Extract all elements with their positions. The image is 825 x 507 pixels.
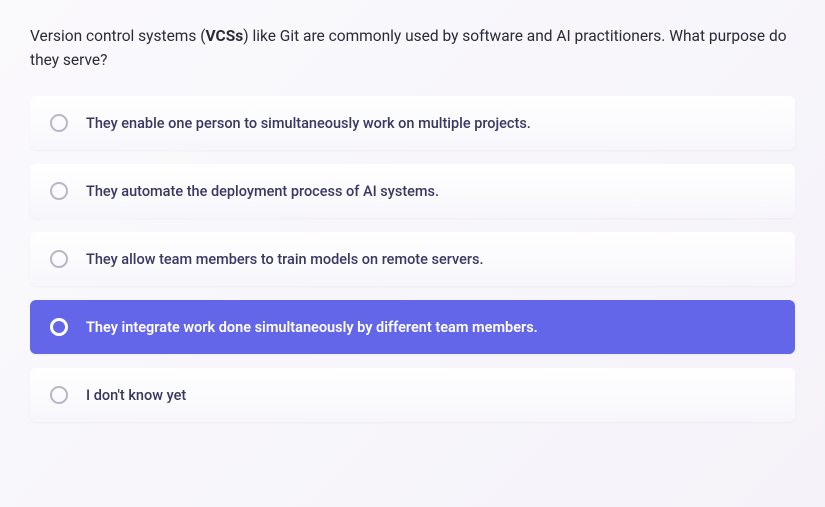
- option-1[interactable]: They enable one person to simultaneously…: [30, 96, 795, 150]
- option-2[interactable]: They automate the deployment process of …: [30, 164, 795, 218]
- radio-icon: [50, 250, 68, 268]
- radio-icon: [50, 182, 68, 200]
- option-5[interactable]: I don't know yet: [30, 368, 795, 422]
- question-prefix: Version control systems (: [30, 27, 206, 45]
- option-label: I don't know yet: [86, 387, 186, 404]
- option-label: They enable one person to simultaneously…: [86, 115, 531, 132]
- question-text: Version control systems (VCSs) like Git …: [30, 24, 795, 72]
- option-label: They integrate work done simultaneously …: [86, 319, 538, 336]
- option-label: They allow team members to train models …: [86, 251, 483, 268]
- radio-icon: [50, 318, 68, 336]
- option-3[interactable]: They allow team members to train models …: [30, 232, 795, 286]
- options-container: They enable one person to simultaneously…: [30, 96, 795, 422]
- radio-icon: [50, 114, 68, 132]
- question-bold: VCSs: [206, 27, 244, 45]
- option-label: They automate the deployment process of …: [86, 183, 439, 200]
- radio-icon: [50, 386, 68, 404]
- option-4[interactable]: They integrate work done simultaneously …: [30, 300, 795, 354]
